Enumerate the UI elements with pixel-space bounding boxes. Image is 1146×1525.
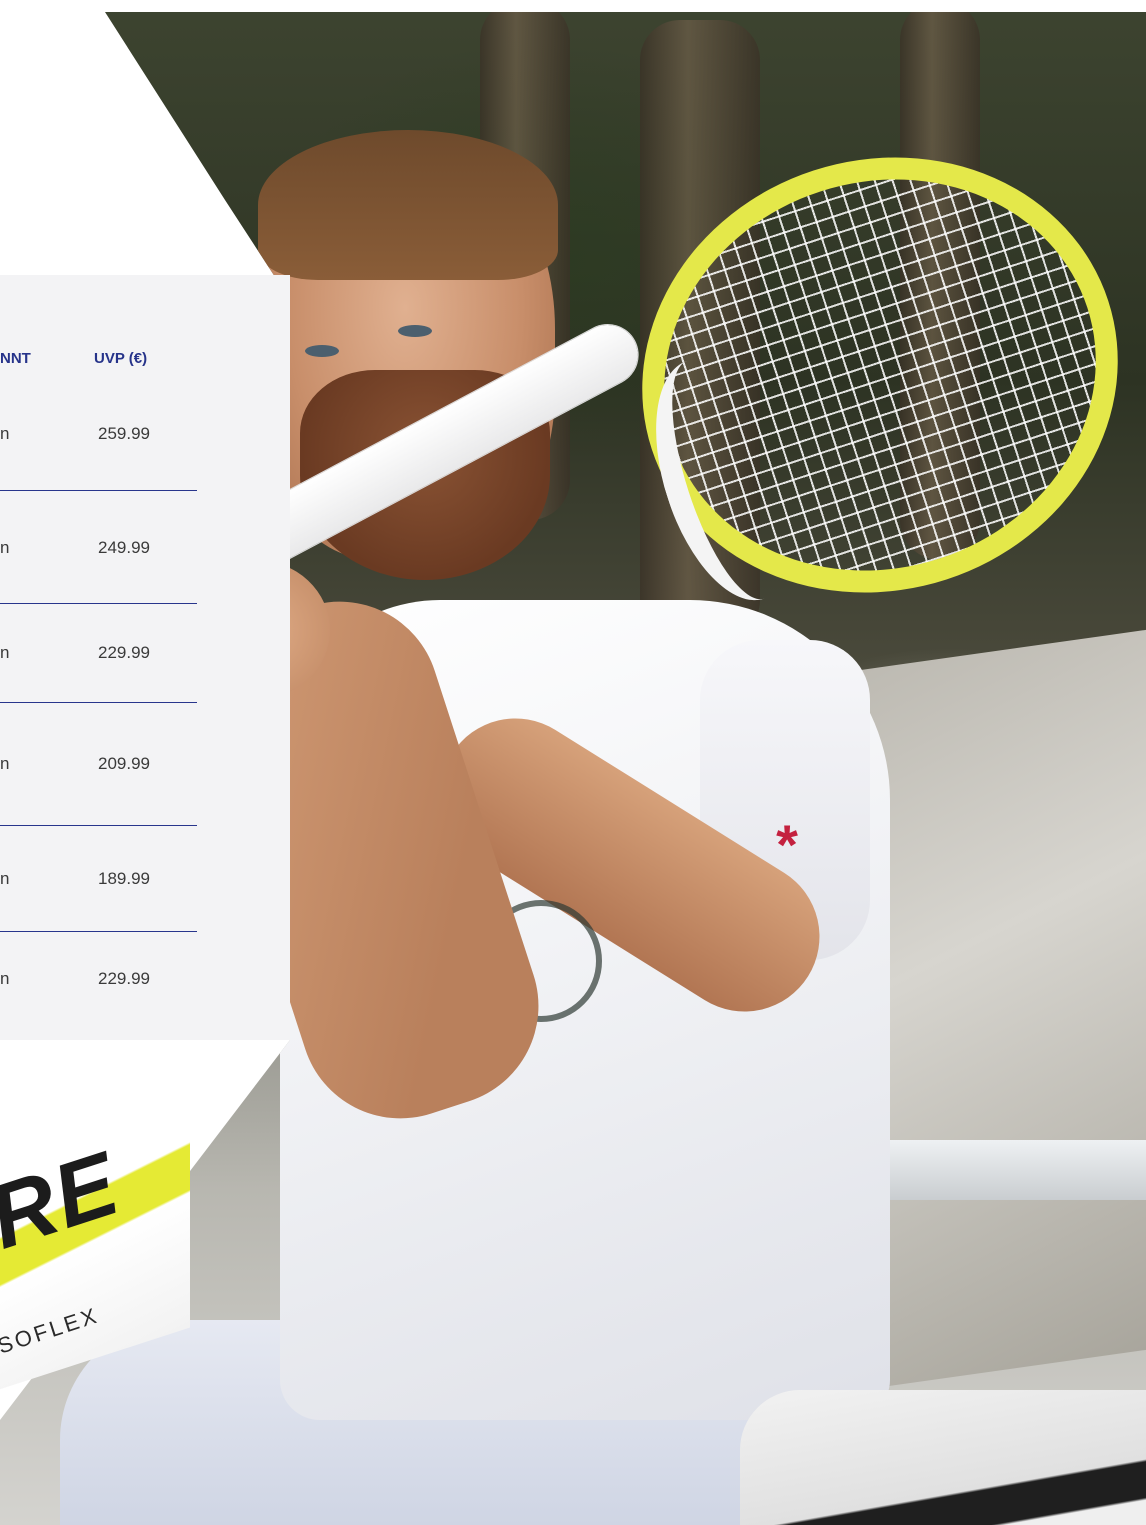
- row-divider: [0, 603, 197, 604]
- column-header-name: NNT: [0, 350, 31, 367]
- table-cell-name: n: [0, 424, 10, 443]
- bench: [870, 1140, 1146, 1200]
- table-cell-name: n: [0, 869, 10, 888]
- tennis-bag: [740, 1390, 1146, 1525]
- page: * NNT UVP (€) n 259.99 n 249.99 n 229.99…: [0, 0, 1146, 1525]
- row-divider: [0, 825, 197, 826]
- table-cell-price: 259.99: [98, 424, 150, 443]
- hair: [258, 130, 558, 280]
- table-cell-price: 229.99: [98, 969, 150, 988]
- table-cell-name: n: [0, 643, 10, 662]
- shirt-logo: *: [776, 813, 798, 876]
- table-cell-price: 209.99: [98, 754, 150, 773]
- table-cell-price: 229.99: [98, 643, 150, 662]
- row-divider: [0, 702, 197, 703]
- table-cell-name: n: [0, 969, 10, 988]
- row-divider: [0, 931, 197, 932]
- table-cell-name: n: [0, 754, 10, 773]
- table-cell-name: n: [0, 538, 10, 557]
- eye: [398, 325, 432, 337]
- row-divider: [0, 490, 197, 491]
- stone-wall: [860, 629, 1146, 1391]
- column-header-price: UVP (€): [94, 350, 148, 367]
- table-cell-price: 189.99: [98, 869, 150, 888]
- table-cell-price: 249.99: [98, 538, 150, 557]
- eye: [305, 345, 339, 357]
